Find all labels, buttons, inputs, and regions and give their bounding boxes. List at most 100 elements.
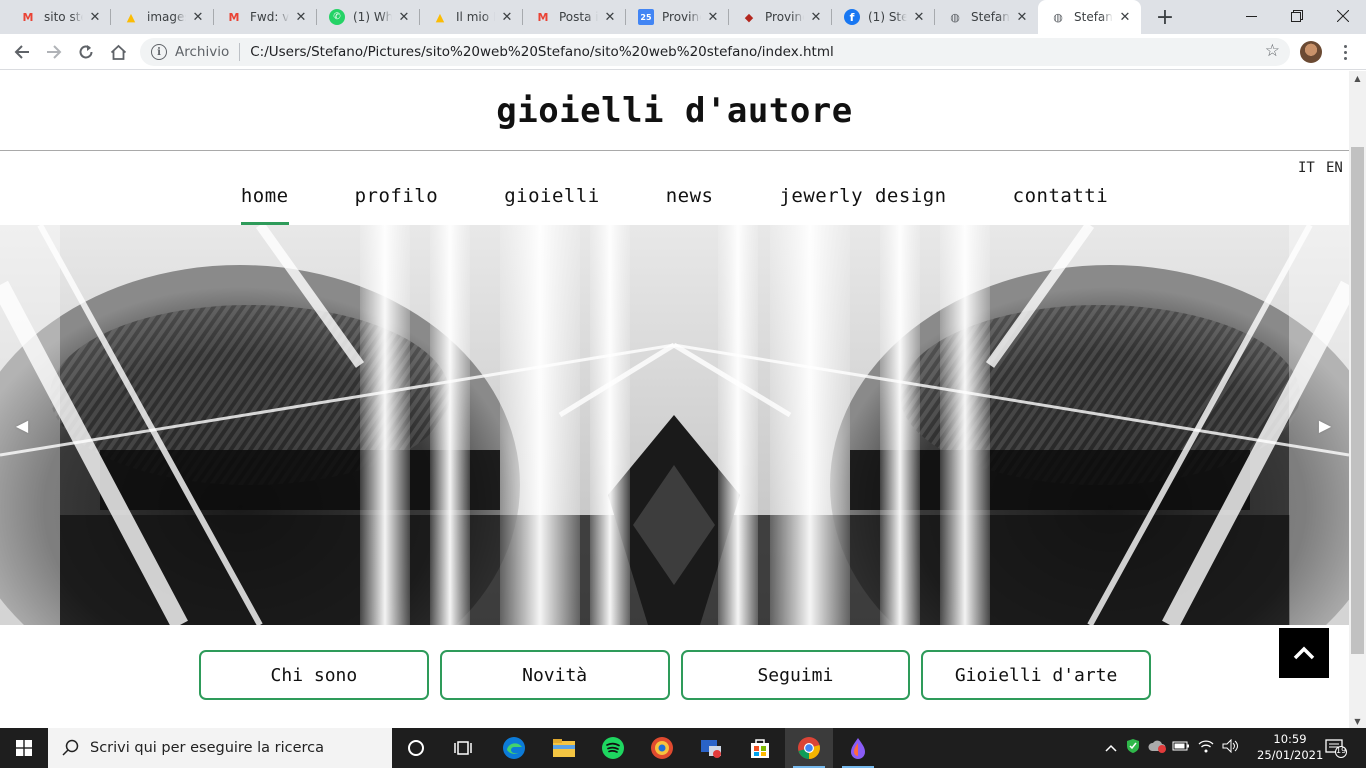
nav-link-news[interactable]: news bbox=[666, 179, 714, 225]
defender-icon[interactable] bbox=[1126, 738, 1140, 758]
page-viewport: gioielli d'autore IT EN home profilo gioie… bbox=[0, 71, 1366, 728]
browser-tab[interactable]: 25 Provinc ✕ bbox=[626, 0, 729, 34]
forward-button[interactable] bbox=[40, 38, 68, 66]
browser-tab[interactable]: M Fwd: vi ✕ bbox=[214, 0, 317, 34]
bookmark-star-icon[interactable]: ☆ bbox=[1265, 41, 1280, 61]
start-button[interactable] bbox=[0, 728, 48, 768]
browser-tab[interactable]: ◆ Provinc ✕ bbox=[729, 0, 832, 34]
scroll-up-arrow[interactable]: ▲ bbox=[1349, 71, 1366, 85]
tab-title: Il mio D bbox=[456, 10, 495, 24]
reload-button[interactable] bbox=[72, 38, 100, 66]
tab-close-icon[interactable]: ✕ bbox=[911, 9, 927, 25]
close-window-button[interactable] bbox=[1320, 0, 1366, 32]
tab-close-icon[interactable]: ✕ bbox=[190, 9, 206, 25]
browser-tab[interactable]: ▲ Il mio D ✕ bbox=[420, 0, 523, 34]
battery-icon[interactable] bbox=[1172, 740, 1190, 756]
edge-icon bbox=[503, 737, 525, 759]
hero-carousel: ◀ ▶ bbox=[0, 225, 1349, 625]
tab-close-icon[interactable]: ✕ bbox=[293, 9, 309, 25]
back-to-top-button[interactable] bbox=[1279, 628, 1329, 678]
nav-link-gioielli[interactable]: gioielli bbox=[504, 179, 600, 225]
scrollbar-thumb[interactable] bbox=[1351, 147, 1364, 654]
close-icon bbox=[1337, 10, 1349, 22]
hero-image bbox=[0, 225, 1349, 625]
cloud-sync-icon[interactable] bbox=[1148, 739, 1166, 757]
nav-link-profilo[interactable]: profilo bbox=[355, 179, 439, 225]
tray-expand-icon[interactable] bbox=[1102, 741, 1120, 756]
chrome-app[interactable] bbox=[785, 728, 833, 768]
paint-drop-icon bbox=[851, 738, 865, 759]
tab-title: (1) Stef bbox=[868, 10, 907, 24]
cta-button[interactable]: Chi sono bbox=[199, 650, 429, 700]
carousel-prev-arrow[interactable]: ◀ bbox=[12, 413, 32, 437]
task-view-button[interactable] bbox=[440, 728, 488, 768]
tab-title: (1) What bbox=[353, 10, 392, 24]
site-header: gioielli d'autore bbox=[0, 71, 1349, 151]
security-chip[interactable]: Archivio bbox=[175, 44, 229, 60]
profile-avatar[interactable] bbox=[1300, 41, 1322, 63]
edge-app[interactable] bbox=[490, 728, 538, 768]
file-explorer-app[interactable] bbox=[540, 728, 588, 768]
nav-link-home[interactable]: home bbox=[240, 179, 289, 225]
cta-button[interactable]: Novità bbox=[439, 650, 670, 700]
new-tab-button[interactable]: + bbox=[1152, 4, 1178, 30]
browser-tab[interactable]: M Posta in ✕ bbox=[523, 0, 626, 34]
wifi-icon[interactable] bbox=[1198, 739, 1214, 757]
browser-tab[interactable]: ◍ Stefano ✕ bbox=[935, 0, 1038, 34]
store-app[interactable] bbox=[736, 728, 784, 768]
nav-link-contatti[interactable]: contatti bbox=[1013, 179, 1109, 225]
remote-app[interactable] bbox=[687, 728, 735, 768]
volume-icon[interactable] bbox=[1222, 738, 1240, 757]
browser-toolbar: i Archivio C:/Users/Stefano/Pictures/sit… bbox=[0, 34, 1366, 70]
back-arrow-icon bbox=[14, 45, 29, 59]
taskbar-search-box[interactable]: Scrivi qui per eseguire la ricerca bbox=[48, 728, 392, 768]
page-scrollbar[interactable]: ▲ ▼ bbox=[1349, 71, 1366, 728]
back-button[interactable] bbox=[8, 38, 36, 66]
cta-button[interactable]: Seguimi bbox=[680, 650, 911, 700]
lang-it-link[interactable]: IT bbox=[1298, 160, 1315, 176]
tab-close-icon[interactable]: ✕ bbox=[1014, 9, 1030, 25]
spotify-app[interactable] bbox=[589, 728, 637, 768]
minimize-button[interactable] bbox=[1228, 0, 1274, 32]
gmail-icon: M bbox=[22, 10, 34, 24]
carousel-next-arrow[interactable]: ▶ bbox=[1315, 413, 1335, 437]
google-drive-icon: ▲ bbox=[126, 10, 136, 24]
tab-close-icon[interactable]: ✕ bbox=[396, 9, 412, 25]
globe-icon: ◍ bbox=[1053, 10, 1063, 24]
browser-tab[interactable]: ▲ images ✕ bbox=[111, 0, 214, 34]
browser-tab[interactable]: f (1) Stef ✕ bbox=[832, 0, 935, 34]
vpn-app[interactable] bbox=[638, 728, 686, 768]
globe-icon: ◍ bbox=[950, 10, 960, 24]
browser-tab[interactable]: ✆ (1) What ✕ bbox=[317, 0, 420, 34]
url-text[interactable]: C:/Users/Stefano/Pictures/sito%20web%20S… bbox=[250, 44, 834, 60]
facebook-icon: f bbox=[844, 9, 860, 25]
browser-tab[interactable]: Msito stefano ✕ bbox=[8, 0, 111, 34]
address-bar[interactable]: i Archivio C:/Users/Stefano/Pictures/sit… bbox=[140, 38, 1290, 66]
tab-close-icon[interactable]: ✕ bbox=[1117, 9, 1133, 25]
google-drive-icon: ▲ bbox=[435, 10, 445, 24]
action-center-button[interactable]: 19 bbox=[1324, 736, 1348, 760]
tab-title: Provinc bbox=[662, 10, 701, 24]
search-icon bbox=[62, 739, 79, 756]
restore-button[interactable] bbox=[1274, 0, 1320, 32]
cortana-button[interactable] bbox=[392, 728, 440, 768]
info-icon[interactable]: i bbox=[151, 44, 167, 60]
tab-close-icon[interactable]: ✕ bbox=[499, 9, 515, 25]
site-title: gioielli d'autore bbox=[496, 90, 853, 131]
browser-tab[interactable]: ◍ Stefano ✕ bbox=[1038, 0, 1141, 34]
menu-kebab-icon[interactable] bbox=[1335, 41, 1355, 63]
forward-arrow-icon bbox=[47, 45, 62, 59]
paint-app[interactable] bbox=[834, 728, 882, 768]
tab-close-icon[interactable]: ✕ bbox=[808, 9, 824, 25]
nav-link-jewerly-design[interactable]: jewerly design bbox=[779, 179, 946, 225]
scroll-down-arrow[interactable]: ▼ bbox=[1349, 714, 1366, 728]
tab-close-icon[interactable]: ✕ bbox=[705, 9, 721, 25]
home-button[interactable] bbox=[104, 38, 132, 66]
taskbar-clock[interactable]: 10:59 25/01/2021 bbox=[1257, 731, 1323, 763]
tab-close-icon[interactable]: ✕ bbox=[602, 9, 618, 25]
cta-button[interactable]: Gioielli d'arte bbox=[921, 650, 1151, 700]
tab-title: images bbox=[147, 10, 186, 24]
lang-en-link[interactable]: EN bbox=[1326, 160, 1343, 176]
spotify-icon bbox=[602, 737, 624, 759]
tab-close-icon[interactable]: ✕ bbox=[87, 9, 103, 25]
